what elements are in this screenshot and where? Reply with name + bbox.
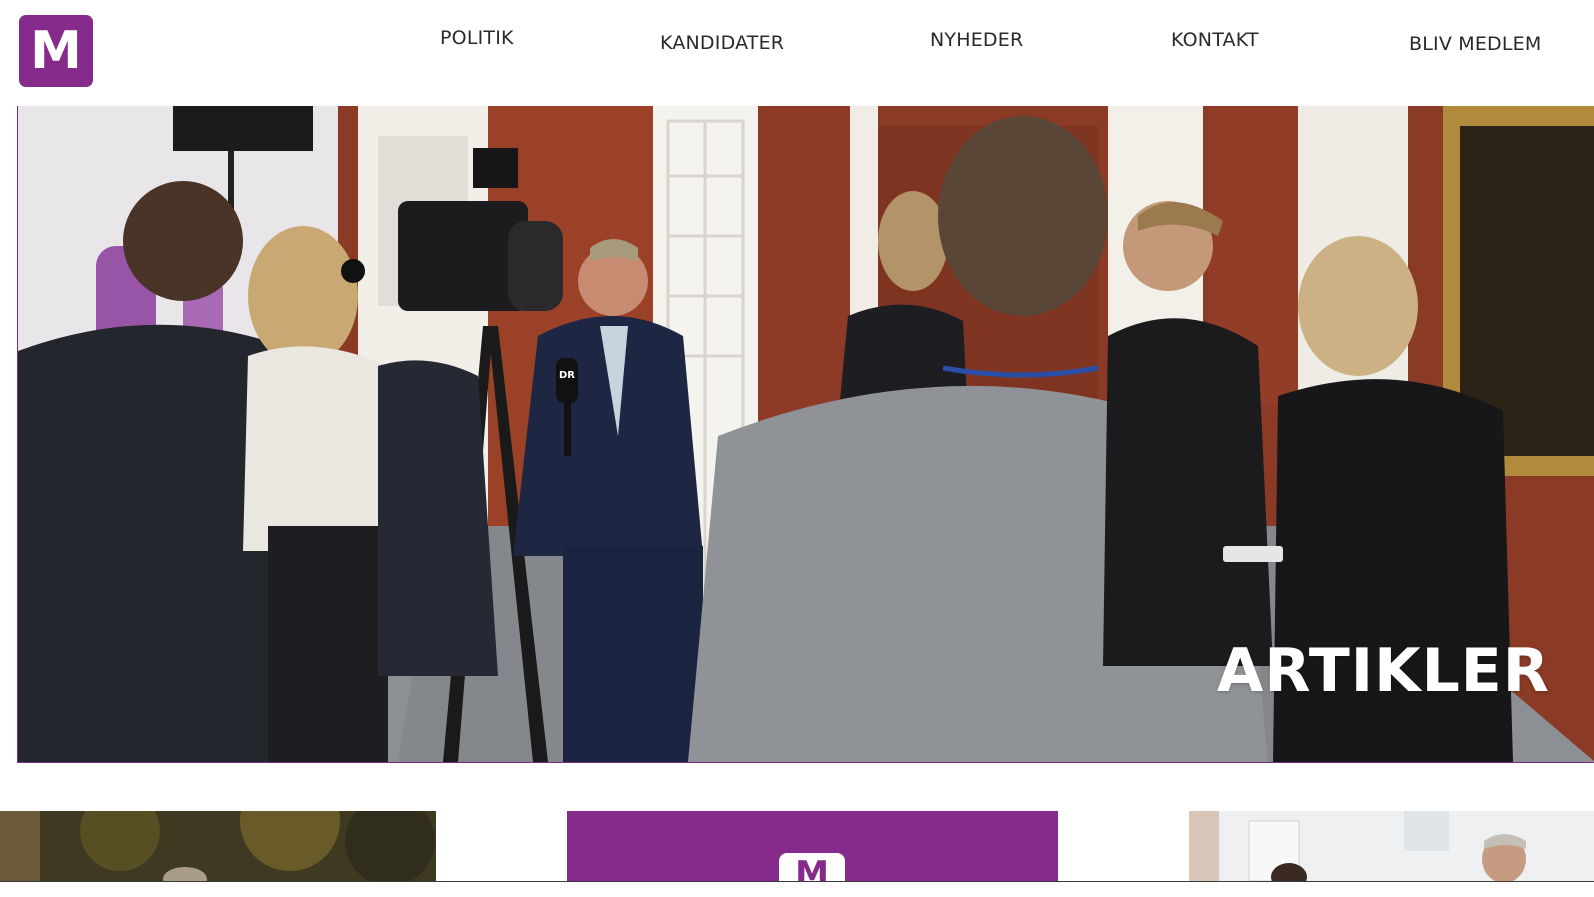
nav-link-kandidater[interactable]: KANDIDATER [660,32,784,54]
article-card[interactable] [1189,811,1594,881]
article-card-image [1189,811,1594,881]
nav-link-bliv-medlem[interactable]: BLIV MEDLEM [1409,33,1541,55]
article-card-logo-letter: M [795,854,829,881]
hero-title: ARTIKLER [1216,636,1550,706]
site-logo[interactable]: M [19,15,93,87]
logo-letter: M [30,21,82,81]
footer-divider [0,881,1594,882]
article-card[interactable] [0,811,436,881]
page: M POLITIK KANDIDATER NYHEDER KONTAKT BLI… [0,0,1594,897]
dr-mic-label: DR [559,370,575,381]
hero-banner: DR ARTIKLER [17,106,1594,763]
article-card-image [0,811,436,881]
nav-link-kontakt[interactable]: KONTAKT [1171,29,1259,51]
article-card[interactable]: M [567,811,1058,881]
site-header: M POLITIK KANDIDATER NYHEDER KONTAKT BLI… [0,0,1594,106]
nav-link-politik[interactable]: POLITIK [440,27,514,49]
nav-link-nyheder[interactable]: NYHEDER [930,29,1023,51]
article-card-logo: M [779,853,845,881]
